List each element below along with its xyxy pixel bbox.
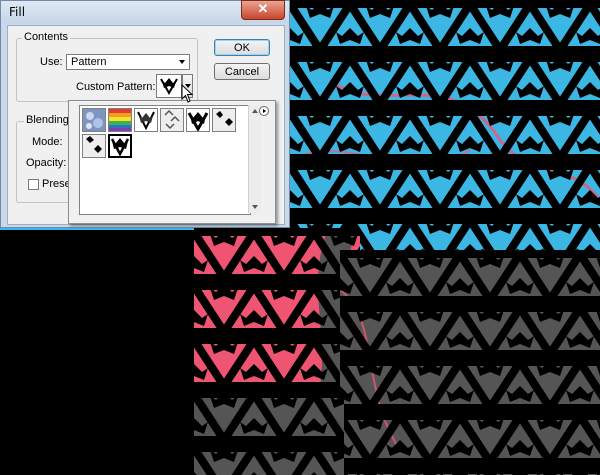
pattern-thumb-crest-outline[interactable] <box>160 108 184 132</box>
canvas-cyan-pattern <box>290 0 600 255</box>
dialog-title: Fill <box>9 5 26 19</box>
picker-flyout-menu-button[interactable] <box>259 106 269 116</box>
pattern-thumb-crest-bold[interactable] <box>186 108 210 132</box>
contents-group-label: Contents <box>22 31 71 43</box>
dialog-titlebar[interactable]: Fill ✕ <box>1 0 289 23</box>
crest-pattern-icon <box>137 111 155 131</box>
canvas-gray-pattern <box>340 250 600 475</box>
pattern-picker-popup <box>68 100 276 224</box>
close-button[interactable]: ✕ <box>241 0 285 20</box>
canvas-gray-lower-pattern <box>194 390 344 475</box>
crest-outline-pattern-icon <box>164 109 180 130</box>
crest-bold-pattern-icon <box>187 112 209 131</box>
cancel-button[interactable]: Cancel <box>214 63 270 80</box>
crest-small-pattern-icon <box>86 136 102 153</box>
chevron-down-icon <box>179 60 185 64</box>
pattern-thumb-crest-small[interactable] <box>82 134 106 158</box>
bubbles-pattern-icon <box>83 109 105 131</box>
mode-label: Mode: <box>32 136 63 148</box>
use-label: Use: <box>40 56 63 68</box>
pattern-thumb-crest-large[interactable] <box>108 134 132 158</box>
crest-check-pattern-icon <box>216 111 233 126</box>
pattern-thumb-crest[interactable] <box>134 108 158 132</box>
canvas-black-area <box>0 230 194 475</box>
preserve-transparency-checkbox[interactable] <box>28 179 39 190</box>
pattern-thumb-rainbow[interactable] <box>108 108 132 132</box>
custom-pattern-label: Custom Pattern: <box>76 81 156 93</box>
crest-large-pattern-icon <box>110 138 130 156</box>
pattern-list-scrollbar[interactable] <box>248 105 261 213</box>
use-select[interactable]: Pattern <box>66 54 190 70</box>
custom-pattern-swatch[interactable] <box>156 74 182 98</box>
pattern-thumb-crest-check[interactable] <box>212 108 236 132</box>
crest-pattern-icon <box>160 78 178 96</box>
ok-button[interactable]: OK <box>214 39 270 56</box>
use-select-value: Pattern <box>71 56 107 68</box>
mouse-cursor-icon <box>181 84 194 103</box>
scroll-down-icon[interactable] <box>252 205 258 209</box>
opacity-label: Opacity: <box>26 157 67 169</box>
pattern-thumb-bubbles[interactable] <box>82 108 106 132</box>
blending-group-label: Blending <box>24 114 71 126</box>
pattern-list[interactable] <box>79 105 251 215</box>
scroll-up-icon[interactable] <box>252 109 258 113</box>
rainbow-pattern-icon <box>109 109 131 131</box>
